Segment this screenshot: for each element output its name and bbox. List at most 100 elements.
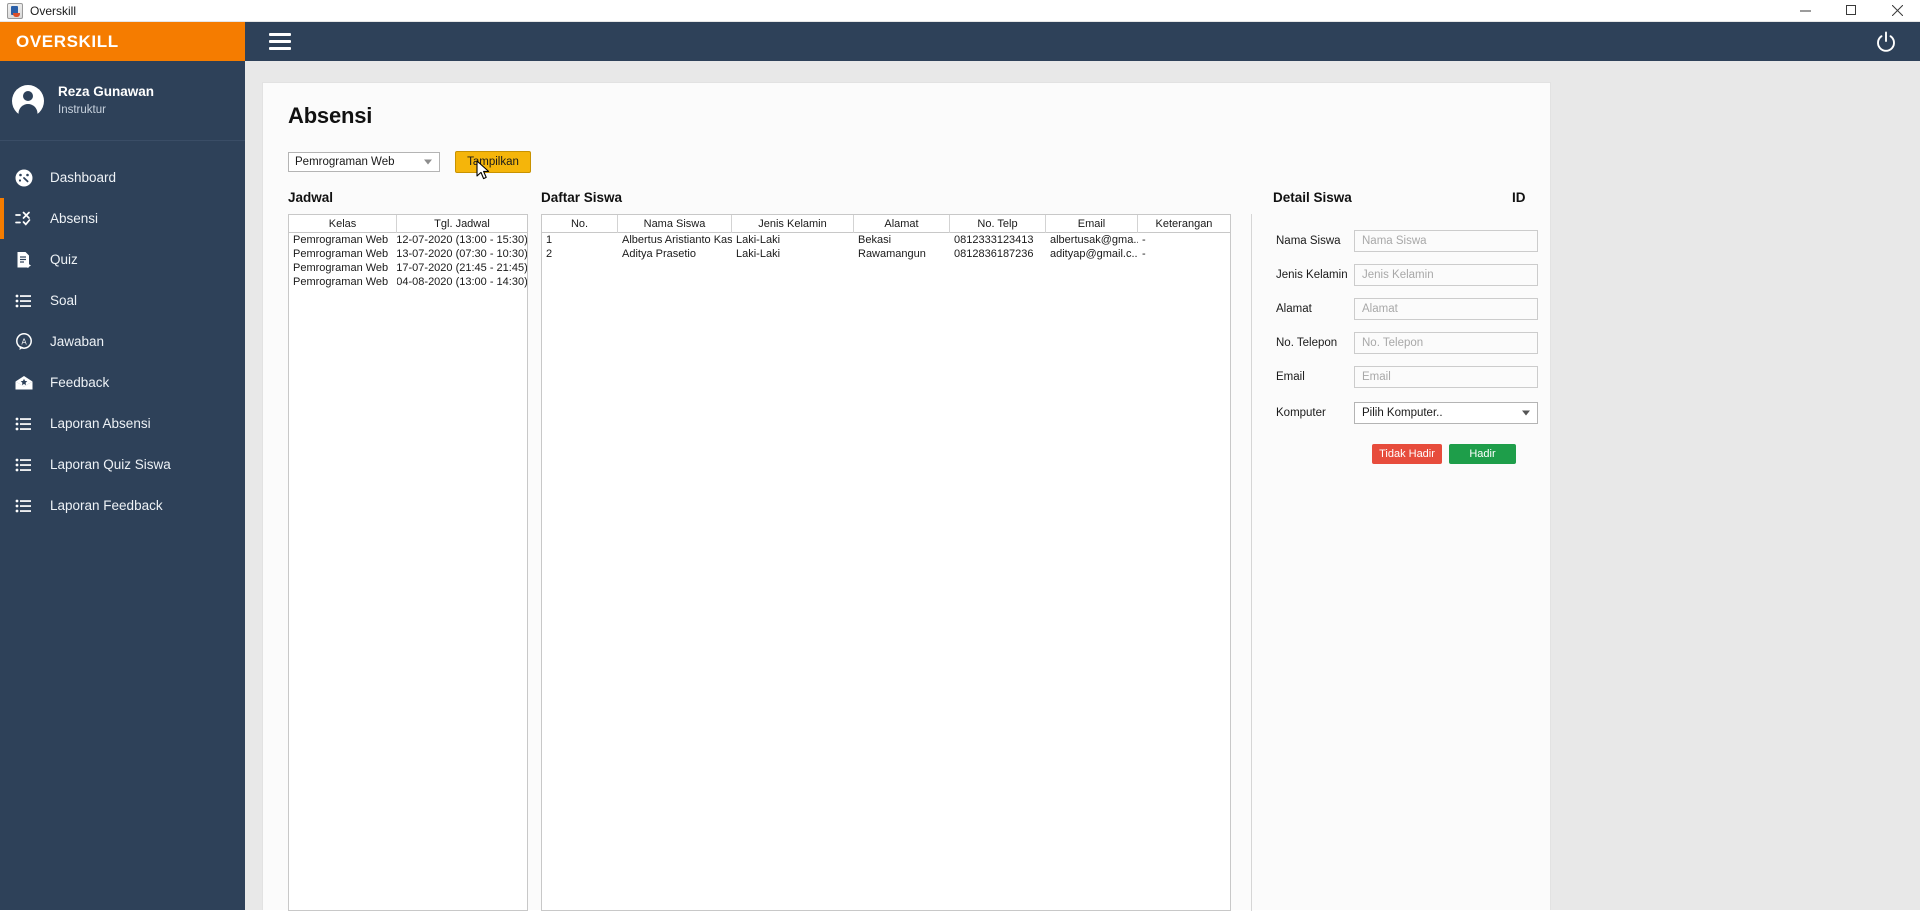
cell-tgl-jadwal: 13-07-2020 (07:30 - 10:30) [397, 248, 527, 260]
email-input[interactable]: Email [1354, 366, 1538, 388]
cell-no: 1 [546, 234, 553, 246]
page-title: Absensi [288, 103, 373, 128]
cell-tgl-jadwal: 04-08-2020 (13:00 - 14:30) [397, 276, 527, 288]
daftar-siswa-table-header: No. Nama Siswa Jenis Kelamin Alamat No. … [542, 215, 1230, 233]
attendance-check-icon [12, 207, 36, 231]
daftar-siswa-table[interactable]: No. Nama Siswa Jenis Kelamin Alamat No. … [541, 214, 1231, 911]
table-row[interactable]: Pemrograman Web 12-07-2020 (13:00 - 15:3… [289, 233, 527, 247]
cell-tgl-jadwal: 17-07-2020 (21:45 - 21:45) [397, 262, 527, 274]
quiz-document-icon [12, 248, 36, 272]
field-label-komputer: Komputer [1276, 407, 1326, 419]
cell-tgl-jadwal: 12-07-2020 (13:00 - 15:30) [397, 234, 527, 246]
column-header-tgl-jadwal: Tgl. Jadwal [434, 218, 490, 230]
sidebar-item-soal[interactable]: Soal [0, 280, 245, 321]
maximize-icon[interactable] [1828, 0, 1874, 22]
list-icon [12, 494, 36, 518]
cell-kelas: Pemrograman Web [293, 276, 389, 288]
detail-siswa-id-label: ID [1512, 190, 1526, 205]
cell-email: adityap@gmail.c... [1050, 248, 1138, 260]
cell-keterangan: - [1142, 248, 1146, 260]
power-icon[interactable] [1874, 30, 1898, 54]
sidebar-nav: Dashboard Absensi Quiz Soal A Jawaban Fe… [0, 141, 245, 526]
sidebar-item-label: Dashboard [50, 170, 117, 185]
cell-no-telp: 0812836187236 [954, 248, 1034, 260]
no-telepon-input[interactable]: No. Telepon [1354, 332, 1538, 354]
nama-siswa-input[interactable]: Nama Siswa [1354, 230, 1538, 252]
column-header-kelas: Kelas [289, 215, 397, 233]
cell-kelas: Pemrograman Web [293, 234, 389, 246]
cell-nama-siswa: Albertus Aristianto Kas... [622, 234, 732, 246]
column-header-nama-siswa: Nama Siswa [618, 215, 732, 233]
tampilkan-button[interactable]: Tampilkan [455, 151, 531, 173]
column-header-keterangan: Keterangan [1155, 218, 1213, 230]
sidebar-item-feedback[interactable]: Feedback [0, 362, 245, 403]
class-filter-select[interactable]: Pemrograman Web [288, 152, 440, 172]
dashboard-gauge-icon [12, 166, 36, 190]
column-header-jenis-kelamin: Jenis Kelamin [732, 215, 854, 233]
absensi-card: Absensi Pemrograman Web Tampilkan Jadwal… [262, 82, 1551, 911]
column-header-alamat: Alamat [854, 215, 950, 233]
hadir-button[interactable]: Hadir [1449, 444, 1516, 464]
field-nama-siswa: Nama Siswa Nama Siswa [1276, 230, 1538, 252]
cell-email: albertusak@gma... [1050, 234, 1138, 246]
sidebar-item-label: Laporan Quiz Siswa [50, 457, 171, 472]
sidebar-item-label: Laporan Absensi [50, 416, 151, 431]
answer-bubble-icon: A [12, 330, 36, 354]
field-email: Email Email [1276, 366, 1538, 388]
alamat-input[interactable]: Alamat [1354, 298, 1538, 320]
table-row[interactable]: 1 Albertus Aristianto Kas... Laki-Laki B… [542, 233, 1230, 247]
table-row[interactable]: Pemrograman Web 04-08-2020 (13:00 - 14:3… [289, 275, 527, 289]
minimize-icon[interactable] [1782, 0, 1828, 22]
top-bar [245, 22, 1920, 61]
sidebar-item-laporan-absensi[interactable]: Laporan Absensi [0, 403, 245, 444]
window-controls [1782, 0, 1920, 22]
sidebar-item-absensi[interactable]: Absensi [0, 198, 245, 239]
sidebar-item-label: Jawaban [50, 334, 105, 349]
window-title: Overskill [30, 3, 77, 18]
class-filter-value: Pemrograman Web [295, 156, 395, 168]
sidebar-item-jawaban[interactable]: A Jawaban [0, 321, 245, 362]
user-avatar-icon [12, 84, 44, 117]
brand-header: OVERSKILL [0, 22, 245, 61]
close-icon[interactable] [1874, 0, 1920, 22]
user-profile[interactable]: Reza Gunawan Instruktur [0, 61, 245, 141]
sidebar-item-laporan-feedback[interactable]: Laporan Feedback [0, 485, 245, 526]
field-label-nama-siswa: Nama Siswa [1276, 235, 1341, 247]
sidebar-item-quiz[interactable]: Quiz [0, 239, 245, 280]
chevron-down-icon [1522, 410, 1530, 416]
list-icon [12, 412, 36, 436]
sidebar-item-laporan-quiz-siswa[interactable]: Laporan Quiz Siswa [0, 444, 245, 485]
chevron-down-icon [424, 159, 432, 165]
field-label-email: Email [1276, 371, 1305, 383]
jadwal-table-header: Kelas Tgl. Jadwal [289, 215, 527, 233]
komputer-select[interactable]: Pilih Komputer.. [1354, 402, 1538, 424]
envelope-star-icon [12, 371, 36, 395]
jadwal-table[interactable]: Kelas Tgl. Jadwal Pemrograman Web 12-07-… [288, 214, 528, 911]
cell-kelas: Pemrograman Web [293, 248, 389, 260]
jadwal-heading: Jadwal [288, 190, 334, 205]
jenis-kelamin-input[interactable]: Jenis Kelamin [1354, 264, 1538, 286]
field-label-jenis-kelamin: Jenis Kelamin [1276, 269, 1348, 281]
cell-no-telp: 0812333123413 [954, 234, 1034, 246]
brand-name: OVERSKILL [16, 31, 119, 51]
cell-jenis-kelamin: Laki-Laki [736, 248, 781, 260]
sidebar-item-label: Absensi [50, 211, 99, 226]
list-icon [12, 289, 36, 313]
cell-keterangan: - [1142, 234, 1146, 246]
window-title-bar: Overskill [0, 0, 1920, 22]
cell-no: 2 [546, 248, 553, 260]
cell-alamat: Rawamangun [858, 248, 926, 260]
cell-nama-siswa: Aditya Prasetio [622, 248, 696, 260]
column-header-no-telp: No. Telp [950, 215, 1046, 233]
table-row[interactable]: Pemrograman Web 13-07-2020 (07:30 - 10:3… [289, 247, 527, 261]
table-row[interactable]: Pemrograman Web 17-07-2020 (21:45 - 21:4… [289, 261, 527, 275]
daftar-siswa-heading: Daftar Siswa [541, 190, 623, 205]
detail-siswa-heading: Detail Siswa [1273, 190, 1352, 205]
field-alamat: Alamat Alamat [1276, 298, 1538, 320]
sidebar: OVERSKILL Reza Gunawan Instruktur Dashbo… [0, 22, 245, 910]
column-header-no: No. [542, 215, 618, 233]
sidebar-item-dashboard[interactable]: Dashboard [0, 157, 245, 198]
tidak-hadir-button[interactable]: Tidak Hadir [1372, 444, 1442, 464]
table-row[interactable]: 2 Aditya Prasetio Laki-Laki Rawamangun 0… [542, 247, 1230, 261]
hamburger-icon[interactable] [269, 33, 291, 50]
